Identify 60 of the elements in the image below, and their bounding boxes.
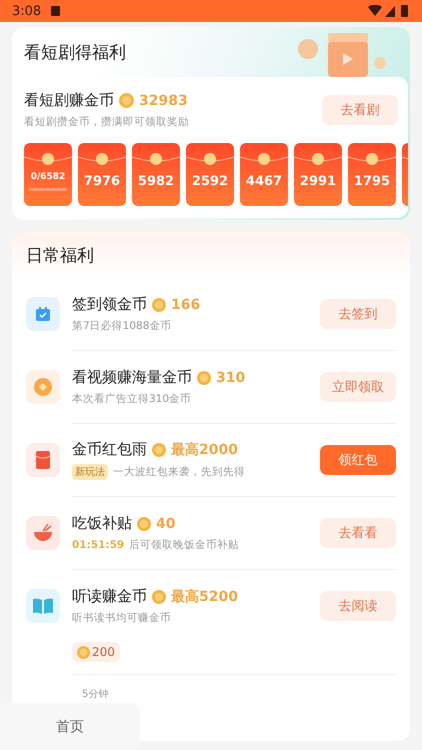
coin-icon [119,93,134,108]
coin-icon [152,442,166,456]
nav-tab[interactable]: 首页 [56,718,84,736]
envelope-amount: 5982 [138,174,174,189]
coin-amount: 310 [216,370,246,386]
task-button[interactable]: 立即领取 [320,372,396,402]
task-subtitle: 第7日必得1088金币 [72,319,172,333]
envelope-card[interactable]: 2991 [294,143,342,206]
task-subtitle: 看短剧攒金币，攒满即可领取奖励 [24,115,190,129]
notification-icon [51,6,60,16]
status-time: 3:08 [12,4,42,18]
calendar-icon [35,306,51,322]
task-subtitle: 后可领取晚饭金币补贴 [129,538,240,552]
envelope-card[interactable]: 1795 [348,143,396,206]
coin-amount: 32983 [139,92,188,108]
envelope-icon [36,451,50,469]
section-title: 日常福利 [26,244,94,266]
coin-amount: 最高5200 [171,588,238,606]
section-title: 看短剧得福利 [24,42,126,64]
envelope-card[interactable]: 7976 [78,143,126,206]
envelope-amount: 1795 [354,174,390,189]
coin-icon [34,378,52,396]
countdown-timer: 01:51:59 [72,539,124,551]
envelope-amount: 2592 [192,174,228,189]
task-subtitle: 本次看广告立得310金币 [72,392,192,406]
task-title: 金币红包雨 [72,440,147,459]
task-title: 看短剧赚金币 [24,91,114,110]
coin-amount: 40 [156,516,176,532]
new-tag: 新玩法 [72,464,108,480]
coin-amount: 166 [171,296,200,312]
envelope-amount: 7976 [84,174,120,189]
task-title: 看视频赚海量金币 [72,368,192,387]
coin-icon [77,646,90,658]
bowl-icon [33,524,53,542]
coin-icon [137,516,151,530]
status-icons [368,5,410,17]
coin-icon [197,370,211,384]
task-button[interactable]: 领红包 [320,445,396,475]
envelope-card[interactable]: 5982 [132,143,180,206]
coin-amount: 最高2000 [171,440,238,458]
coin-icon [152,298,166,312]
envelope-card[interactable]: 0/6582 [24,143,72,206]
watch-button[interactable]: 去看剧 [322,95,398,125]
task-title: 听读赚金币 [72,587,147,606]
task-button[interactable]: 去签到 [320,299,396,329]
task-title: 签到领金币 [72,295,147,314]
envelope-progress-text: 0/6582 [30,172,66,182]
task-title: 吃饭补贴 [72,514,132,533]
task-button[interactable]: 去阅读 [320,591,396,621]
envelope-amount: 2991 [300,174,336,189]
envelope-amount: 4467 [246,174,282,189]
coin-icon [152,590,166,604]
reward-chip: 200 [72,642,120,662]
task-subtitle: 听书读书均可赚金币 [72,611,171,625]
book-icon [33,598,53,614]
time-label: 5分钟 [82,688,110,701]
task-subtitle: 一大波红包来袭，先到先得 [113,465,245,479]
task-button[interactable]: 去看看 [320,518,396,548]
envelope-card[interactable]: 4467 [240,143,288,206]
envelope-card[interactable]: 2592 [186,143,234,206]
